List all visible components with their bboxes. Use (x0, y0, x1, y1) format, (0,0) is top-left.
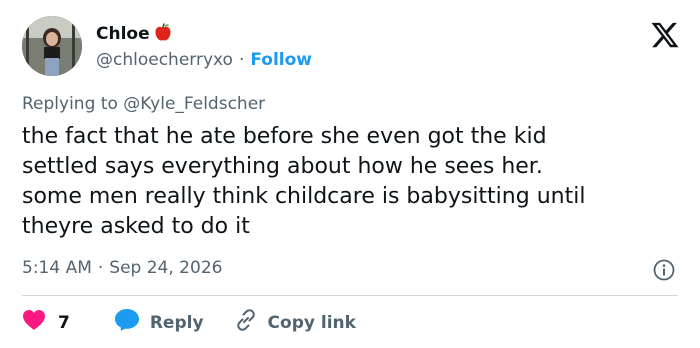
copy-link-label: Copy link (267, 312, 356, 333)
link-icon (234, 308, 258, 337)
action-bar: 7 Reply Copy link (22, 308, 356, 337)
apple-icon (153, 22, 173, 46)
author-handle[interactable]: @chloecherryxo (96, 50, 233, 70)
reply-bubble-icon (114, 308, 140, 337)
tweet-text: the fact that he ate before she even got… (22, 124, 586, 239)
author-display-name[interactable]: Chloe (96, 24, 150, 44)
reply-button[interactable]: Reply (114, 308, 204, 337)
replying-to: Replying to @Kyle_Feldscher (22, 94, 265, 114)
copy-link-button[interactable]: Copy link (234, 308, 356, 337)
divider (22, 295, 678, 296)
author-handle-row: @chloecherryxo · Follow (96, 50, 312, 70)
replying-to-prefix: Replying to (22, 94, 124, 114)
like-button[interactable]: 7 (22, 309, 70, 336)
avatar[interactable] (22, 16, 82, 76)
separator-dot: · (238, 50, 245, 70)
author-name-row: Chloe (96, 22, 173, 46)
tweet-date: Sep 24, 2026 (109, 258, 223, 278)
avatar-image (22, 16, 82, 76)
tweet-time: 5:14 AM (22, 258, 92, 278)
info-icon[interactable] (653, 259, 675, 281)
x-logo-icon[interactable] (650, 20, 680, 50)
like-count: 7 (58, 312, 70, 333)
heart-icon (22, 309, 46, 336)
separator-dot: · (97, 258, 104, 278)
replying-to-mention[interactable]: @Kyle_Feldscher (123, 94, 265, 114)
timestamp[interactable]: 5:14 AM · Sep 24, 2026 (22, 258, 222, 278)
follow-button[interactable]: Follow (250, 50, 312, 70)
reply-label: Reply (149, 312, 204, 333)
